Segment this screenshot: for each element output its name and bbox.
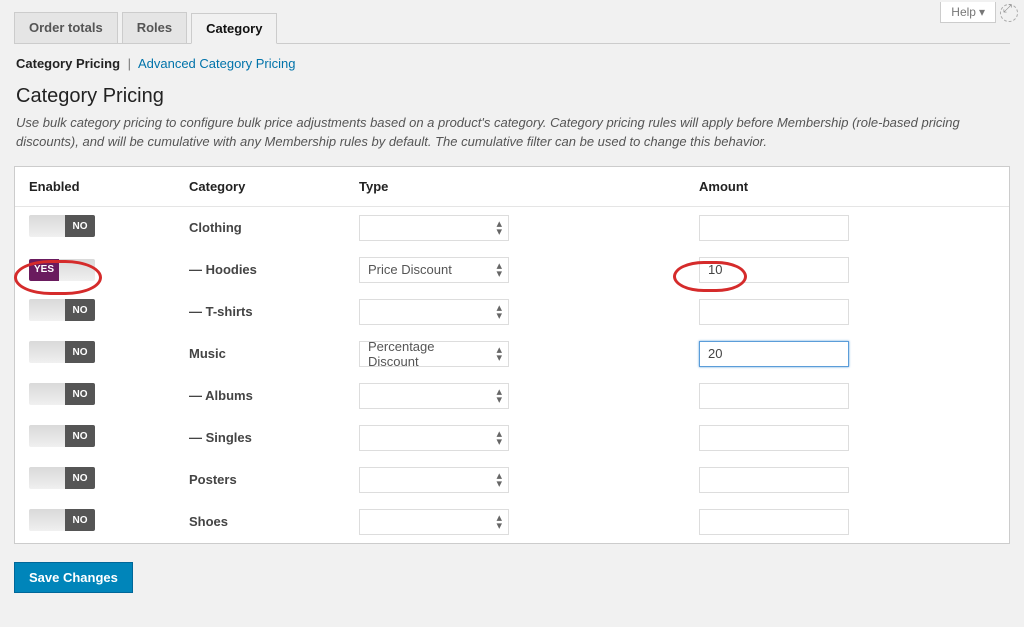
enabled-toggle[interactable]: NO	[29, 425, 95, 447]
table-row: NO Music Percentage Discount ▴ ▾	[15, 333, 1009, 375]
toggle-knob: NO	[65, 299, 95, 321]
toggle-knob: YES	[29, 259, 59, 281]
toggle-knob: NO	[65, 215, 95, 237]
enabled-toggle[interactable]: NO	[29, 467, 95, 489]
enabled-toggle[interactable]: NO	[29, 341, 95, 363]
toggle-knob: NO	[65, 425, 95, 447]
pricing-table: Enabled Category Type Amount NO Clothing ▴…	[15, 167, 1009, 543]
category-name: — Hoodies	[189, 262, 257, 277]
category-name: Shoes	[189, 514, 228, 529]
toggle-track	[29, 341, 65, 363]
enabled-toggle[interactable]: NO	[29, 299, 95, 321]
table-row: YES — Hoodies Price Discount ▴ ▾	[15, 249, 1009, 291]
updown-icon: ▴ ▾	[496, 262, 502, 278]
amount-input[interactable]	[699, 509, 849, 535]
toggle-knob: NO	[65, 383, 95, 405]
toggle-knob: NO	[65, 341, 95, 363]
updown-icon: ▴ ▾	[496, 430, 502, 446]
section-description: Use bulk category pricing to configure b…	[16, 114, 1008, 152]
table-row: NO Posters ▴ ▾	[15, 459, 1009, 501]
updown-icon: ▴ ▾	[496, 388, 502, 404]
amount-input[interactable]	[699, 299, 849, 325]
type-select[interactable]: Price Discount ▴ ▾	[359, 257, 509, 283]
subnav-separator: |	[128, 56, 131, 71]
category-name: Posters	[189, 472, 237, 487]
updown-icon: ▴ ▾	[496, 304, 502, 320]
updown-icon: ▴ ▾	[496, 346, 502, 362]
tab-order-totals[interactable]: Order totals	[14, 12, 118, 43]
save-button[interactable]: Save Changes	[14, 562, 133, 593]
table-row: NO — Singles ▴ ▾	[15, 417, 1009, 459]
amount-input[interactable]	[699, 341, 849, 367]
type-select[interactable]: ▴ ▾	[359, 509, 509, 535]
type-select[interactable]: ▴ ▾	[359, 299, 509, 325]
subnav-advanced-link[interactable]: Advanced Category Pricing	[138, 56, 296, 71]
category-name: Clothing	[189, 220, 242, 235]
col-amount: Amount	[685, 167, 1009, 207]
toggle-knob: NO	[65, 509, 95, 531]
updown-icon: ▴ ▾	[496, 472, 502, 488]
table-row: NO Shoes ▴ ▾	[15, 501, 1009, 543]
fullscreen-icon[interactable]	[1000, 4, 1018, 22]
type-select[interactable]: ▴ ▾	[359, 467, 509, 493]
toggle-track	[29, 215, 65, 237]
type-select-value: Percentage Discount	[368, 339, 486, 369]
type-select[interactable]: ▴ ▾	[359, 215, 509, 241]
toggle-track	[29, 509, 65, 531]
table-row: NO — Albums ▴ ▾	[15, 375, 1009, 417]
type-select-value: Price Discount	[368, 262, 452, 277]
subnav: Category Pricing | Advanced Category Pri…	[16, 56, 1010, 71]
chevron-down-icon: ▾	[979, 5, 985, 19]
enabled-toggle[interactable]: YES	[29, 259, 95, 281]
category-name: — Albums	[189, 388, 253, 403]
subnav-current: Category Pricing	[16, 56, 120, 71]
toggle-knob: NO	[65, 467, 95, 489]
updown-icon: ▴ ▾	[496, 220, 502, 236]
col-type: Type	[345, 167, 685, 207]
enabled-toggle[interactable]: NO	[29, 383, 95, 405]
category-name: Music	[189, 346, 226, 361]
page-title: Category Pricing	[16, 85, 1010, 108]
amount-input[interactable]	[699, 425, 849, 451]
tabs: Order totals Roles Category	[14, 12, 1010, 44]
updown-icon: ▴ ▾	[496, 514, 502, 530]
type-select[interactable]: Percentage Discount ▴ ▾	[359, 341, 509, 367]
enabled-toggle[interactable]: NO	[29, 509, 95, 531]
toggle-track	[29, 299, 65, 321]
help-tab[interactable]: Help ▾	[940, 2, 996, 23]
tab-category[interactable]: Category	[191, 13, 277, 44]
type-select[interactable]: ▴ ▾	[359, 383, 509, 409]
amount-input[interactable]	[699, 257, 849, 283]
enabled-toggle[interactable]: NO	[29, 215, 95, 237]
toggle-track	[29, 425, 65, 447]
toggle-track	[29, 383, 65, 405]
amount-input[interactable]	[699, 467, 849, 493]
table-row: NO — T-shirts ▴ ▾	[15, 291, 1009, 333]
table-row: NO Clothing ▴ ▾	[15, 206, 1009, 249]
category-name: — Singles	[189, 430, 252, 445]
help-label: Help	[951, 5, 976, 19]
type-select[interactable]: ▴ ▾	[359, 425, 509, 451]
category-name: — T-shirts	[189, 304, 253, 319]
amount-input[interactable]	[699, 383, 849, 409]
col-category: Category	[175, 167, 345, 207]
tab-roles[interactable]: Roles	[122, 12, 187, 43]
col-enabled: Enabled	[15, 167, 175, 207]
toggle-track	[29, 467, 65, 489]
toggle-track	[59, 259, 95, 281]
amount-input[interactable]	[699, 215, 849, 241]
